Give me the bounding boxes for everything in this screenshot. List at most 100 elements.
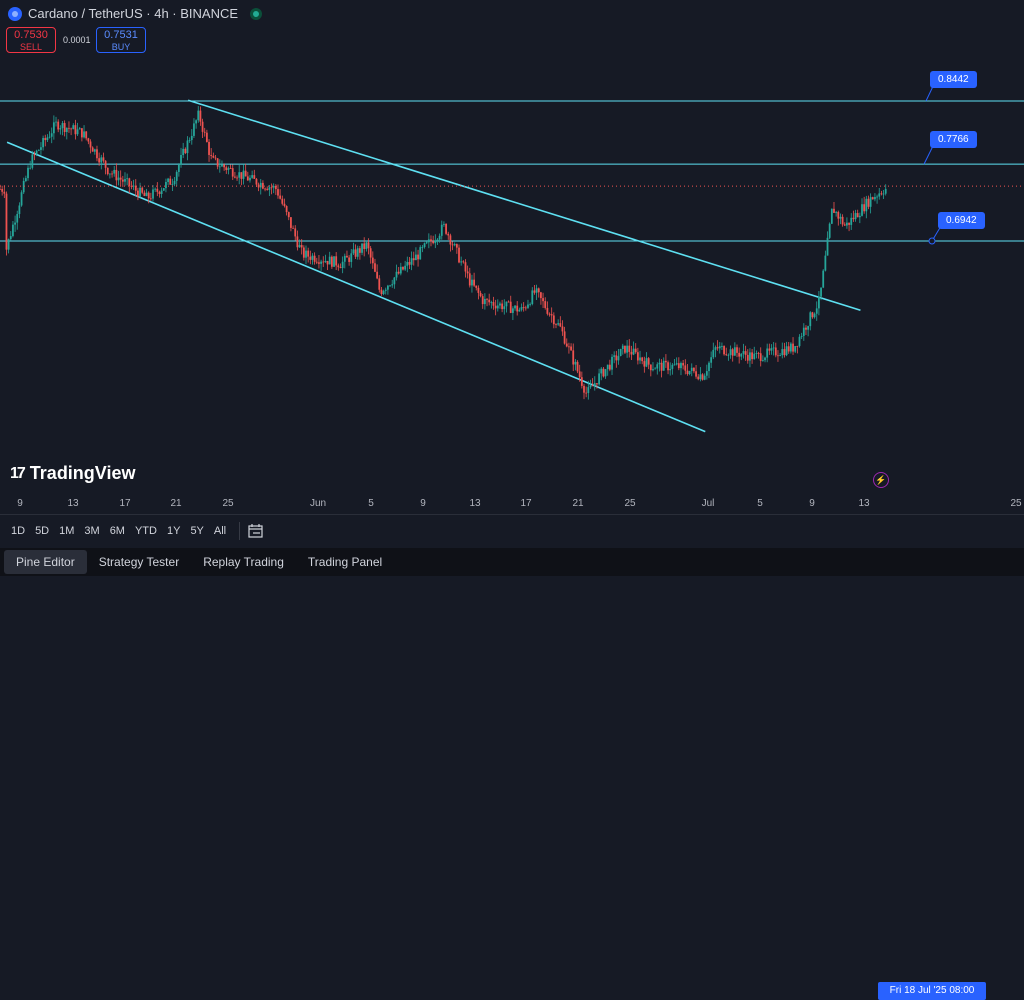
candle-body (820, 287, 822, 297)
candle-body (882, 193, 885, 195)
range-1m[interactable]: 1M (54, 525, 79, 537)
buy-button[interactable]: 0.7531 BUY (96, 27, 146, 53)
candle-body (852, 217, 855, 220)
candle-body (833, 208, 835, 213)
candle-body (52, 122, 55, 134)
candle-body (205, 132, 208, 142)
candle-body (262, 182, 264, 189)
candle-body (779, 355, 782, 357)
chart-canvas[interactable]: Cardano / TetherUS · 4h · BINANCE 0.7530… (0, 0, 1024, 490)
range-ytd[interactable]: YTD (130, 525, 162, 537)
time-tick: 17 (520, 498, 532, 509)
time-tick: 13 (858, 498, 870, 509)
candle-body (246, 176, 249, 181)
candle-body (33, 154, 36, 156)
candle-body (59, 128, 62, 130)
candle-body (188, 140, 191, 141)
sell-button[interactable]: 0.7530 SELL (6, 27, 56, 53)
range-all[interactable]: All (209, 525, 231, 537)
calendar-goto-date-icon[interactable] (248, 523, 264, 538)
candle-body (600, 368, 603, 374)
candle-body (731, 349, 734, 356)
candle-body (613, 355, 616, 357)
crosshair-date-badge: Fri 18 Jul '25 08:00 (878, 982, 986, 1000)
candle-body (231, 168, 234, 177)
range-1y[interactable]: 1Y (162, 525, 185, 537)
range-5d[interactable]: 5D (30, 525, 54, 537)
candle-body (477, 287, 480, 293)
candle-body (87, 138, 90, 142)
candle-body (846, 222, 848, 226)
level-tag-3[interactable]: 0.6942 (938, 212, 985, 229)
candle-body (221, 164, 223, 167)
candle-body (630, 351, 633, 355)
candle-body (259, 182, 262, 188)
candle-body (74, 125, 77, 135)
time-tick: 5 (757, 498, 763, 509)
price-chart[interactable] (0, 0, 1024, 490)
candle-body (126, 178, 129, 180)
candle-body (725, 354, 728, 356)
range-3m[interactable]: 3M (79, 525, 104, 537)
candle-body (520, 307, 523, 310)
candle-body (380, 289, 383, 295)
candle-body (568, 346, 570, 348)
candle-body (652, 369, 654, 371)
candle-body (16, 214, 19, 223)
candle-body (238, 172, 241, 178)
candle-body (65, 127, 68, 133)
candle-body (479, 292, 482, 297)
tab-trading-panel[interactable]: Trading Panel (296, 550, 394, 574)
trend-channel-upper (187, 99, 861, 312)
level-tag-1[interactable]: 0.8442 (930, 71, 977, 88)
candle-body (680, 363, 682, 369)
candle-body (587, 387, 590, 393)
tab-strategy-tester[interactable]: Strategy Tester (87, 550, 191, 574)
candle-body (169, 178, 172, 185)
range-toolbar: 1D 5D 1M 3M 6M YTD 1Y 5Y All (0, 514, 1024, 546)
range-1d[interactable]: 1D (6, 525, 30, 537)
candle-body (690, 367, 693, 371)
candle-body (634, 348, 637, 353)
lightning-alert-icon[interactable]: ⚡ (873, 472, 889, 488)
candle-body (279, 195, 282, 199)
tab-replay-trading[interactable]: Replay Trading (191, 550, 296, 574)
candle-body (14, 222, 16, 225)
candle-body (611, 356, 613, 370)
level-tag-2[interactable]: 0.7766 (930, 131, 977, 148)
candle-body (705, 371, 708, 376)
time-tick: 9 (17, 498, 23, 509)
candle-body (432, 241, 435, 244)
candle-body (835, 212, 838, 213)
candle-body (436, 239, 439, 241)
candle-body (697, 376, 700, 380)
candle-body (658, 362, 661, 365)
candle-body (374, 263, 376, 272)
symbol-header[interactable]: Cardano / TetherUS · 4h · BINANCE (8, 6, 263, 21)
candle-body (815, 308, 818, 314)
candle-body (531, 290, 534, 304)
tab-pine-editor[interactable]: Pine Editor (4, 550, 87, 574)
candle-body (145, 192, 148, 196)
candle-body (777, 355, 779, 357)
range-5y[interactable]: 5Y (185, 525, 208, 537)
candle-body (574, 361, 577, 365)
sell-label: SELL (19, 42, 43, 52)
symbol-title[interactable]: Cardano / TetherUS · 4h · BINANCE (28, 6, 238, 21)
tradingview-logo[interactable]: 17 TradingView (10, 463, 136, 484)
time-axis[interactable]: 9 13 17 21 25 Jun 5 9 13 17 21 25 Jul 5 … (0, 490, 1024, 1000)
candle-body (458, 247, 460, 263)
candle-body (382, 290, 385, 295)
range-6m[interactable]: 6M (105, 525, 130, 537)
candle-body (723, 346, 725, 355)
candle-body (453, 244, 456, 246)
candle-body (471, 279, 473, 286)
candle-body (813, 313, 816, 318)
candle-body (124, 179, 126, 182)
candle-body (770, 348, 773, 351)
candle-body (481, 296, 484, 305)
candle-body (570, 346, 572, 351)
candle-body (677, 363, 680, 369)
candle-body (830, 208, 833, 224)
candle-body (227, 168, 230, 171)
